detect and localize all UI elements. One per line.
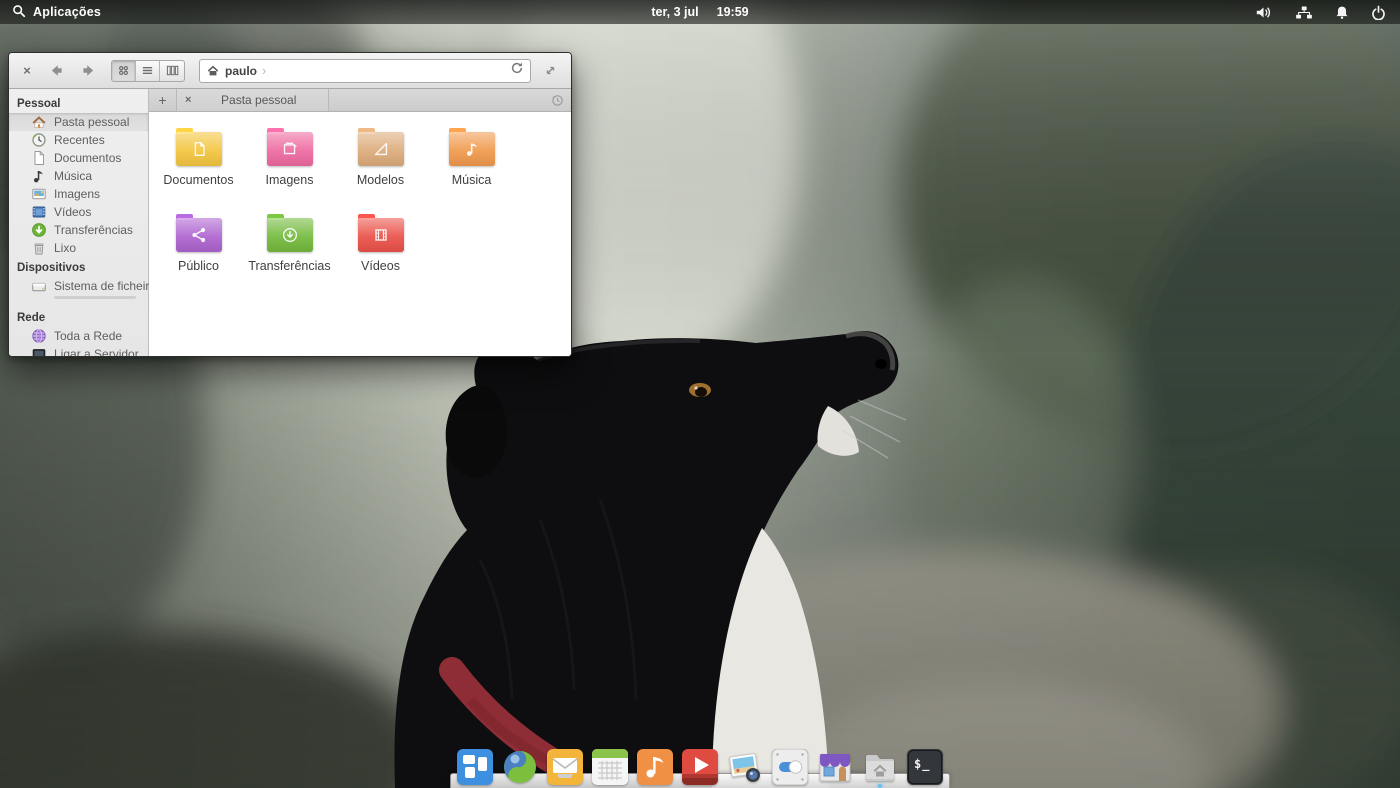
sidebar-item-pasta-pessoal[interactable]: Pasta pessoal [9,113,148,131]
sidebar: Pessoal Pasta pessoal Recentes Documento… [9,89,149,356]
home-icon [206,64,220,77]
music-note-glyph-icon [462,139,482,159]
sidebar-item-transferencias[interactable]: Transferências [9,221,148,239]
breadcrumb-home-label: paulo [225,64,257,78]
sidebar-item-videos[interactable]: Vídeos [9,203,148,221]
harddisk-icon [31,279,47,295]
tab-bar: + × Pasta pessoal [149,89,571,112]
videos-icon [31,204,47,220]
tab-label: Pasta pessoal [197,93,320,107]
home-icon [31,114,47,130]
headerbar: × paulo › [9,53,571,89]
document-icon [31,150,47,166]
trash-icon [31,240,47,256]
applications-menu[interactable]: Aplicações [0,4,101,21]
sidebar-item-musica[interactable]: Música [9,167,148,185]
dock-item-mail[interactable] [547,749,583,785]
refresh-icon[interactable] [510,61,524,80]
photo-glyph-icon [280,139,300,159]
column-view-icon[interactable] [160,61,184,81]
datetime-indicator[interactable]: ter, 3 jul 19:59 [651,5,748,19]
tab-close-icon[interactable]: × [185,94,191,106]
network-globe-icon [31,328,47,344]
folder-publico[interactable]: Público [153,208,244,294]
back-button[interactable] [43,59,69,83]
share-glyph-icon [189,225,209,245]
document-glyph-icon [189,139,209,159]
dock-item-appcenter[interactable] [817,749,853,785]
music-note-icon [31,168,47,184]
dock-item-files[interactable] [862,749,898,785]
restore-tab-history-icon[interactable] [543,89,571,111]
panel-time: 19:59 [717,5,749,19]
grid-view-icon[interactable] [112,61,136,81]
dock-item-terminal[interactable]: $_ [907,749,943,785]
sidebar-item-imagens[interactable]: Imagens [9,185,148,203]
folder-transferencias[interactable]: Transferências [244,208,335,294]
list-view-icon[interactable] [136,61,160,81]
sidebar-section-dispositivos: Dispositivos [9,257,148,277]
downloads-icon [31,222,47,238]
sidebar-item-toda-a-rede[interactable]: Toda a Rede [9,327,148,345]
breadcrumb-separator-icon: › [262,63,266,78]
folder-modelos[interactable]: Modelos [335,122,426,208]
power-icon[interactable] [1371,5,1386,20]
sidebar-item-documentos[interactable]: Documentos [9,149,148,167]
dock: $_ [457,749,943,785]
window-close-button[interactable]: × [17,61,37,81]
tab-pasta-pessoal[interactable]: × Pasta pessoal [177,89,329,111]
dock-item-system-settings[interactable] [772,749,808,785]
search-icon [12,4,26,21]
film-glyph-icon [371,225,391,245]
panel-date: ter, 3 jul [651,5,698,19]
dock-item-photos[interactable] [727,749,763,785]
dock-item-calendar[interactable] [592,749,628,785]
volume-icon[interactable] [1255,5,1273,20]
path-bar[interactable]: paulo › [199,59,531,83]
template-glyph-icon [371,139,391,159]
disk-usage-bar [54,296,136,299]
folder-documentos[interactable]: Documentos [153,122,244,208]
notifications-icon[interactable] [1335,5,1349,20]
breadcrumb[interactable]: paulo [206,64,257,78]
server-icon [31,346,47,357]
folder-imagens[interactable]: Imagens [244,122,335,208]
sidebar-item-sistema-de-ficheiros[interactable]: Sistema de ficheiros [9,277,148,307]
files-window: × paulo › [8,52,572,357]
dock-item-multitasking-view[interactable] [457,749,493,785]
network-icon[interactable] [1295,5,1313,20]
folder-videos[interactable]: Vídeos [335,208,426,294]
sidebar-item-ligar-a-servidor[interactable]: Ligar a Servidor... [9,345,148,357]
sidebar-item-recentes[interactable]: Recentes [9,131,148,149]
view-switcher [111,60,185,82]
sidebar-section-rede: Rede [9,307,148,327]
images-icon [31,186,47,202]
folder-musica[interactable]: Música [426,122,517,208]
dock-item-music[interactable] [637,749,673,785]
forward-button[interactable] [75,59,101,83]
applications-label: Aplicações [33,5,101,19]
download-glyph-icon [280,225,300,245]
new-tab-button[interactable]: + [149,89,177,111]
file-icon-view: Documentos Imagens Modelos [149,112,571,356]
sidebar-item-lixo[interactable]: Lixo [9,239,148,257]
dock-item-web-browser[interactable] [502,749,538,785]
sidebar-section-pessoal: Pessoal [9,93,148,113]
top-panel: Aplicações ter, 3 jul 19:59 [0,0,1400,24]
maximize-button[interactable] [537,59,563,83]
terminal-prompt-glyph: $_ [914,757,930,771]
dock-item-videos[interactable] [682,749,718,785]
recents-clock-icon [31,132,47,148]
